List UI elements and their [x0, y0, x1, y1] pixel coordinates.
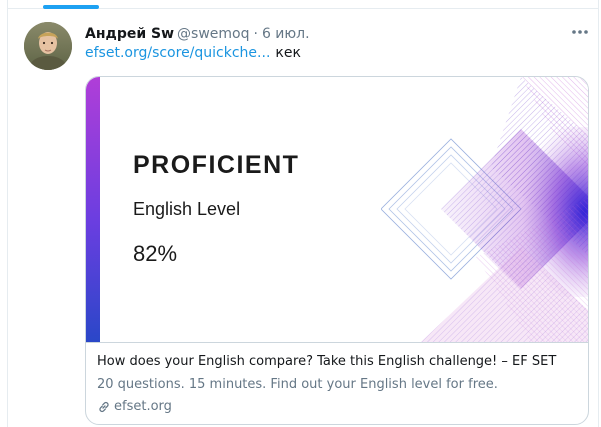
more-options-button[interactable]: [568, 22, 592, 42]
decorative-pattern: [381, 77, 588, 342]
link-icon: [97, 400, 111, 414]
proficiency-level: PROFICIENT: [133, 151, 300, 179]
author-name[interactable]: Андрей Sw: [85, 26, 174, 42]
card-description: 20 questions. 15 minutes. Find out your …: [97, 377, 498, 392]
header-separator: ·: [253, 26, 258, 42]
active-tab-indicator: [43, 5, 99, 9]
panel-left-border: [7, 0, 8, 427]
more-horizontal-icon: [572, 30, 588, 34]
tweet-link[interactable]: efset.org/score/quickche...: [85, 45, 270, 61]
author-handle[interactable]: @swemoq: [177, 26, 249, 42]
panel-right-border: [598, 0, 599, 427]
tweet-header: Андрей Sw @swemoq · 6 июл.: [85, 24, 310, 44]
avatar[interactable]: [24, 22, 72, 70]
card-image: PROFICIENT English Level 82%: [86, 77, 588, 343]
link-preview-card[interactable]: PROFICIENT English Level 82% How does yo…: [85, 76, 589, 425]
card-title: How does your English compare? Take this…: [97, 354, 557, 369]
tweet-timestamp[interactable]: 6 июл.: [262, 26, 310, 42]
level-label: English Level: [133, 199, 241, 219]
card-domain-text: efset.org: [114, 399, 172, 414]
card-domain: efset.org: [97, 399, 172, 414]
avatar-image: [24, 22, 72, 70]
score-value: 82%: [133, 241, 178, 266]
tweet-text: efset.org/score/quickche... кек: [85, 45, 301, 61]
accent-stripe: [86, 77, 100, 342]
tweet-word: кек: [275, 45, 301, 61]
tweet-panel: Андрей Sw @swemoq · 6 июл. efset.org/sco…: [0, 0, 601, 427]
